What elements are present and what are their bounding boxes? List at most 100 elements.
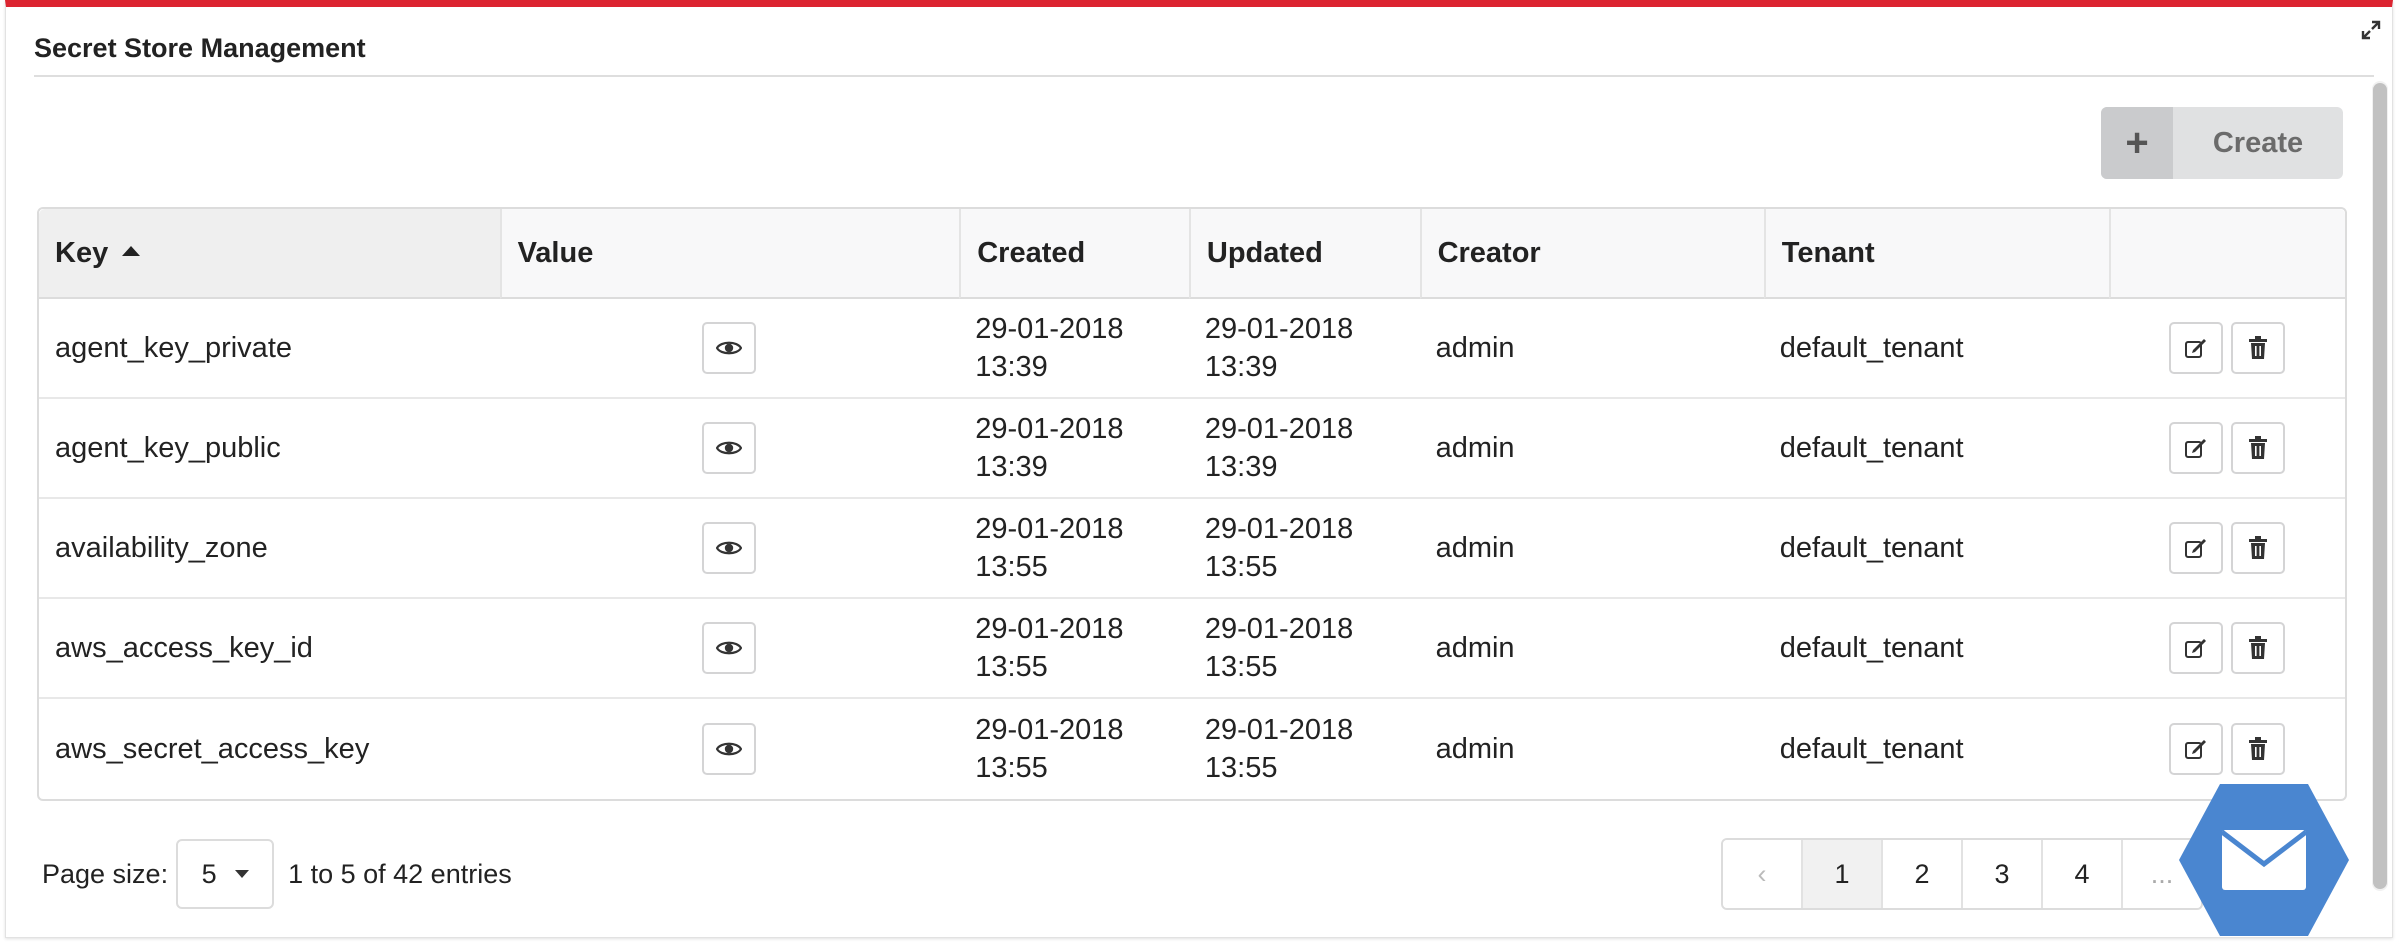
table-row[interactable]: agent_key_private 29-01-2018 13:39 29-01-20… — [39, 299, 2345, 399]
column-header-actions — [2109, 209, 2345, 299]
cell-value — [499, 499, 960, 599]
cell-creator: admin — [1419, 399, 1764, 499]
eye-icon[interactable] — [702, 622, 757, 674]
table-row[interactable]: aws_access_key_id 29-01-2018 13:55 29-01-20… — [39, 599, 2345, 699]
column-header-created[interactable]: Created — [959, 209, 1189, 299]
cell-actions — [2109, 399, 2345, 499]
page-size-select[interactable]: 5 — [176, 839, 275, 909]
edit-icon[interactable] — [2169, 322, 2224, 374]
updated-time: 13:39 — [1204, 351, 1278, 383]
created-date: 29-01-2018 — [975, 714, 1124, 746]
updated-date: 29-01-2018 — [1204, 413, 1354, 445]
trash-icon[interactable] — [2231, 723, 2286, 775]
cell-updated: 29-01-2018 13:55 — [1188, 499, 1420, 599]
scrollbar-thumb[interactable] — [2373, 83, 2387, 889]
created-date: 29-01-2018 — [975, 413, 1124, 445]
table-row[interactable]: availability_zone 29-01-2018 13:55 29-01-20… — [39, 499, 2345, 599]
cell-actions — [2109, 599, 2345, 699]
page-title: Secret Store Management — [34, 33, 366, 63]
cell-creator: admin — [1419, 299, 1764, 399]
created-time: 13:55 — [975, 551, 1048, 583]
edit-icon[interactable] — [2169, 522, 2224, 574]
entries-count: 1 to 5 of 42 entries — [288, 858, 512, 889]
cell-creator: admin — [1419, 499, 1764, 599]
column-header-label: Creator — [1437, 236, 1541, 269]
cell-key: aws_access_key_id — [39, 599, 500, 699]
column-header-label: Key — [55, 236, 109, 269]
cell-created: 29-01-2018 13:55 — [959, 499, 1189, 599]
created-time: 13:55 — [975, 752, 1048, 784]
cell-updated: 29-01-2018 13:55 — [1188, 599, 1420, 699]
table-row[interactable]: agent_key_public 29-01-2018 13:39 29-01-201… — [39, 399, 2345, 499]
column-header-key[interactable]: Key — [39, 209, 500, 299]
page-size-value: 5 — [201, 858, 217, 889]
cell-tenant: default_tenant — [1779, 733, 1964, 765]
column-header-label: Created — [977, 236, 1086, 269]
column-header-label: Updated — [1206, 236, 1323, 269]
cell-tenant: default_tenant — [1763, 499, 2110, 599]
updated-date: 29-01-2018 — [1204, 613, 1354, 645]
cell-key: aws_secret_access_key — [55, 733, 370, 765]
cell-value — [500, 699, 960, 799]
expand-icon[interactable] — [2360, 19, 2382, 41]
page-size-label: Page size: — [42, 858, 169, 889]
create-button-label: Create — [2212, 126, 2304, 159]
column-header-tenant[interactable]: Tenant — [1763, 209, 2110, 299]
created-date: 29-01-2018 — [975, 313, 1124, 345]
updated-date: 29-01-2018 — [1204, 714, 1354, 746]
table-header-row: Key Value Created Updated Creator Tenant — [39, 209, 2345, 299]
cell-creator: admin — [1419, 599, 1764, 699]
create-button[interactable]: + Create — [2101, 107, 2343, 179]
cell-created: 29-01-2018 13:39 — [959, 299, 1189, 399]
trash-icon[interactable] — [2231, 522, 2286, 574]
trash-icon[interactable] — [2231, 622, 2286, 674]
eye-icon[interactable] — [702, 522, 757, 574]
cell-created: 29-01-2018 13:55 — [959, 599, 1189, 699]
pagination-page-1[interactable]: 1 — [1801, 840, 1881, 908]
edit-icon[interactable] — [2169, 622, 2224, 674]
edit-icon[interactable] — [2169, 723, 2224, 775]
column-header-updated[interactable]: Updated — [1188, 209, 1420, 299]
cell-value — [499, 599, 960, 699]
created-date: 29-01-2018 — [975, 613, 1124, 645]
cell-key: agent_key_public — [39, 399, 500, 499]
cell-updated: 29-01-2018 13:39 — [1188, 299, 1420, 399]
vertical-scrollbar[interactable] — [2372, 81, 2388, 891]
cell-value — [499, 399, 960, 499]
edit-icon[interactable] — [2169, 422, 2224, 474]
pagination-page-2[interactable]: 2 — [1881, 840, 1961, 908]
cell-value — [499, 299, 960, 399]
cell-actions — [2109, 499, 2345, 599]
column-header-label: Value — [517, 236, 594, 269]
column-header-value[interactable]: Value — [499, 209, 960, 299]
eye-icon[interactable] — [702, 422, 757, 474]
chevron-down-icon — [234, 870, 249, 878]
pagination-page-3[interactable]: 3 — [1961, 840, 2041, 908]
page-size-control: Page size: 5 1 to 5 of 42 entries — [42, 839, 512, 909]
secrets-table: Key Value Created Updated Creator Tenant… — [37, 207, 2347, 801]
pagination-prev[interactable]: ‹ — [1723, 840, 1801, 908]
column-header-creator[interactable]: Creator — [1419, 209, 1764, 299]
eye-icon[interactable] — [702, 723, 757, 775]
mail-icon[interactable] — [2177, 782, 2351, 938]
updated-time: 13:55 — [1204, 651, 1278, 683]
cell-updated: 29-01-2018 13:55 — [1189, 699, 1420, 799]
title-divider — [34, 75, 2374, 77]
trash-icon[interactable] — [2231, 322, 2286, 374]
cell-tenant: default_tenant — [1763, 299, 2110, 399]
cell-creator: admin — [1435, 733, 1515, 765]
table-row[interactable]: aws_secret_access_key 29-01-2018 13:55 29-0… — [39, 699, 2345, 799]
created-date: 29-01-2018 — [975, 513, 1124, 545]
cell-actions — [2109, 299, 2345, 399]
eye-icon[interactable] — [702, 322, 757, 374]
pagination-page-4[interactable]: 4 — [2041, 840, 2121, 908]
trash-icon[interactable] — [2231, 422, 2286, 474]
updated-time: 13:55 — [1204, 752, 1278, 784]
created-time: 13:55 — [975, 651, 1048, 683]
created-time: 13:39 — [975, 351, 1048, 383]
cell-updated: 29-01-2018 13:39 — [1188, 399, 1420, 499]
updated-date: 29-01-2018 — [1204, 513, 1354, 545]
column-header-label: Tenant — [1781, 236, 1875, 269]
cell-created: 29-01-2018 13:39 — [959, 399, 1189, 499]
cell-key: agent_key_private — [39, 299, 500, 399]
